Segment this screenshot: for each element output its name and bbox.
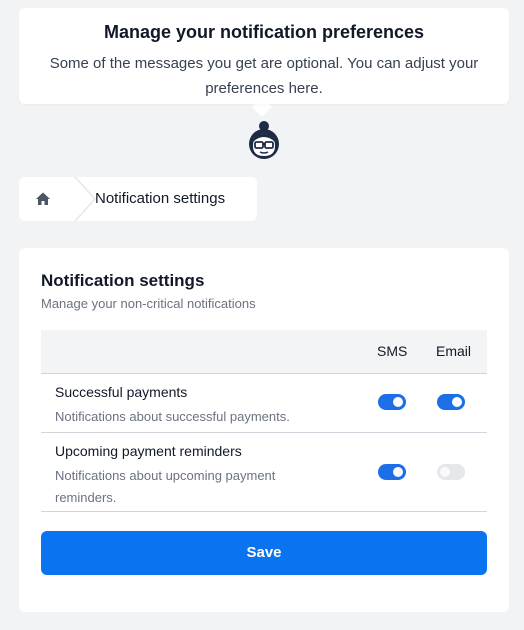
email-toggle-payment-reminders[interactable] <box>437 464 465 480</box>
row-title: Successful payments <box>55 384 188 400</box>
breadcrumb: Notification settings <box>19 177 257 221</box>
table-row: Successful payments Notifications about … <box>41 374 487 433</box>
assistant-avatar-icon <box>249 121 279 159</box>
tooltip-description: Some of the messages you get are optiona… <box>49 55 479 97</box>
breadcrumb-current: Notification settings <box>95 190 226 207</box>
onboarding-tooltip: Manage your notification preferences Som… <box>19 8 509 104</box>
settings-subtitle: Manage your non-critical notifications <box>41 296 256 311</box>
notification-settings-card: Notification settings Manage your non-cr… <box>19 248 509 612</box>
column-header-email: Email <box>436 343 472 359</box>
breadcrumb-home-link[interactable] <box>19 177 67 221</box>
table-row: Upcoming payment reminders Notifications… <box>41 433 487 512</box>
column-header-sms: SMS <box>377 343 408 359</box>
row-title: Upcoming payment reminders <box>55 443 242 459</box>
save-button[interactable]: Save <box>41 531 487 575</box>
tooltip-title: Manage your notification preferences <box>103 22 425 42</box>
breadcrumb-separator-icon <box>74 177 97 221</box>
row-description: Notifications about successful payments. <box>55 409 290 424</box>
sms-toggle-payment-reminders[interactable] <box>378 464 406 480</box>
email-toggle-successful-payments[interactable] <box>437 394 465 410</box>
settings-title: Notification settings <box>41 271 205 290</box>
row-description: Notifications about upcoming payment rem… <box>55 468 276 505</box>
home-icon <box>36 192 50 205</box>
sms-toggle-successful-payments[interactable] <box>378 394 406 410</box>
table-header: SMS Email <box>41 330 487 374</box>
